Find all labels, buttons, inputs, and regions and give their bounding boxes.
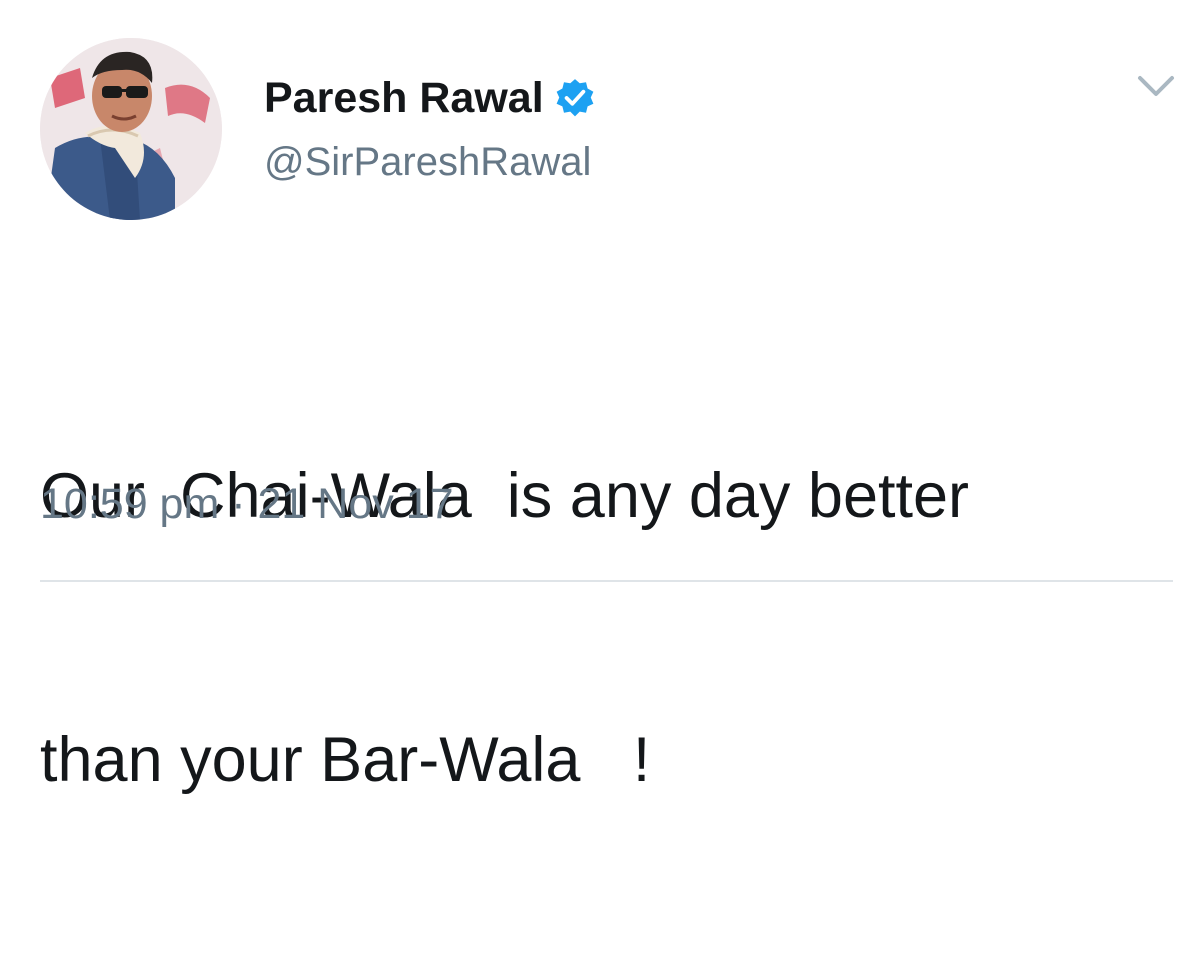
tweet-timestamp[interactable]: 10:59 pm · 21 Nov 17	[40, 480, 454, 529]
chevron-down-icon[interactable]	[1135, 70, 1177, 102]
author-handle[interactable]: @SirPareshRawal	[264, 140, 591, 185]
divider	[40, 580, 1173, 582]
profile-photo-icon	[40, 38, 222, 220]
author-row: Paresh Rawal	[264, 68, 596, 128]
tweet-text-line: than your Bar-Wala !	[40, 725, 651, 795]
verified-badge-icon	[554, 77, 596, 119]
avatar[interactable]	[40, 38, 222, 220]
tweet-text: Our Chai-Wala is any day better than you…	[40, 276, 1160, 980]
author-display-name[interactable]: Paresh Rawal	[264, 74, 544, 123]
tweet-card: Paresh Rawal @SirPareshRawal Our Chai-Wa…	[0, 0, 1199, 795]
